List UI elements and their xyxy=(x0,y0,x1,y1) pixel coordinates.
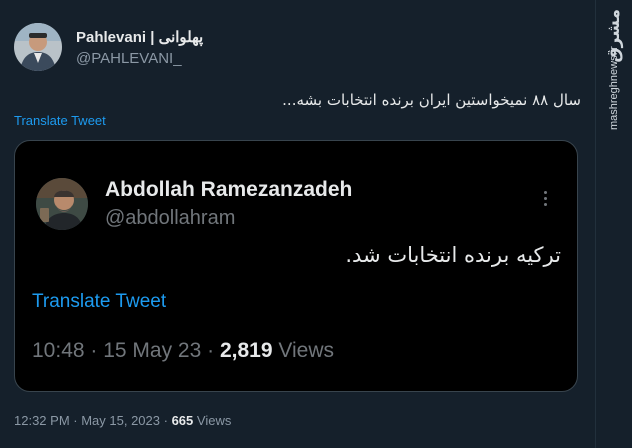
quoted-translate-tweet-link[interactable]: Translate Tweet xyxy=(32,291,166,313)
watermark: مشرق mashreghnews.ir xyxy=(595,0,632,448)
quoted-tweet-text: ترکیه برنده انتخابات شد. xyxy=(345,243,561,267)
quoted-author-handle[interactable]: @abdollahram xyxy=(105,207,235,230)
avatar-image xyxy=(14,23,62,71)
watermark-logo: مشرق xyxy=(604,9,624,63)
quoted-tweet-meta: 10:48 · 15 May 23 · 2,819 Views xyxy=(32,339,335,362)
views-count: 665 xyxy=(171,413,194,428)
quoted-views-count: 2,819 xyxy=(219,339,273,362)
translate-tweet-link[interactable]: Translate Tweet xyxy=(14,113,106,128)
author-handle[interactable]: @PAHLEVANI_ xyxy=(76,50,203,67)
watermark-site: mashreghnews.ir xyxy=(608,46,620,130)
quoted-date[interactable]: 15 May 23 xyxy=(103,339,201,362)
author-name[interactable]: Pahlevani | پهلوانی xyxy=(76,28,203,46)
tweet-author[interactable]: Pahlevani | پهلوانی @PAHLEVANI_ xyxy=(76,28,203,67)
quoted-author-name[interactable]: Abdollah Ramezanzadeh xyxy=(105,178,352,202)
quoted-avatar-image xyxy=(36,178,88,230)
tweet-meta: 12:32 PM · May 15, 2023 · 665 Views xyxy=(14,413,232,428)
avatar[interactable] xyxy=(14,23,62,71)
quoted-avatar[interactable] xyxy=(36,178,88,230)
tweet[interactable]: Pahlevani | پهلوانی @PAHLEVANI_ سال ۸۸ ن… xyxy=(0,0,595,448)
quoted-tweet[interactable]: Abdollah Ramezanzadeh @abdollahram ترکیه… xyxy=(14,140,578,392)
views-label: Views xyxy=(196,413,232,428)
quoted-views-label: Views xyxy=(278,339,335,362)
tweet-date[interactable]: May 15, 2023 xyxy=(81,413,160,428)
more-vertical-icon[interactable] xyxy=(535,188,555,208)
quoted-time[interactable]: 10:48 xyxy=(32,339,85,362)
tweet-text: سال ۸۸ نمیخواستین ایران برنده انتخابات ب… xyxy=(282,91,581,109)
tweet-time[interactable]: 12:32 PM xyxy=(14,413,70,428)
